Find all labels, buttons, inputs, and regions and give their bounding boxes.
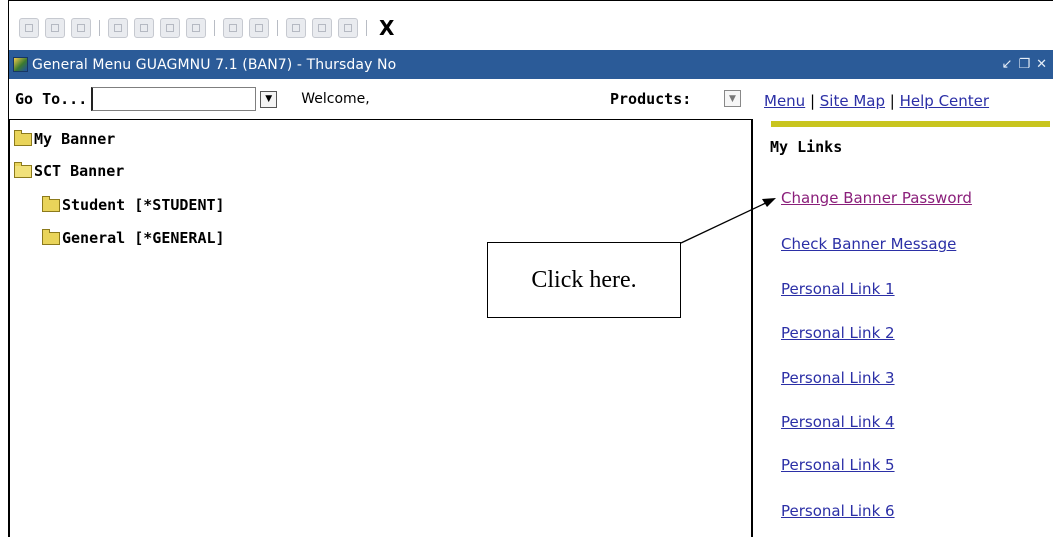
chevron-down-icon: ▼ [729,93,736,104]
rollback-icon[interactable] [45,18,65,38]
tree-item-general[interactable]: General [*GENERAL] [42,228,225,247]
callout-text: Click here. [531,266,637,293]
chevron-down-icon: ▼ [265,94,273,104]
products-dropdown-button[interactable]: ▼ [724,90,741,107]
save-icon[interactable] [19,18,39,38]
link-separator: | [805,92,820,110]
goto-input[interactable] [91,87,257,111]
personal-link-5[interactable]: Personal Link 5 [781,456,895,474]
toolbar-separator [366,20,367,36]
folder-icon [42,195,60,212]
restore-icon[interactable]: ❐ [1018,57,1030,72]
window-controls: ↙ ❐ ✕ [1002,57,1053,72]
tree-item-label: General [*GENERAL] [62,229,225,247]
db-icon[interactable] [312,18,332,38]
block-icon[interactable] [186,18,206,38]
window-title: General Menu GUAGMNU 7.1 (BAN7) - Thursd… [32,56,397,73]
accent-bar [771,121,1050,127]
goto-row: Go To... ▼ Welcome, Products: ▼ [9,82,753,116]
toolbar: X [9,10,569,46]
toolbar-separator [99,20,100,36]
cancel-icon[interactable] [338,18,358,38]
help-icon[interactable] [286,18,306,38]
my-links-heading: My Links [770,138,843,156]
personal-link-3[interactable]: Personal Link 3 [781,369,895,387]
site-map-link[interactable]: Site Map [820,92,885,110]
menu-link[interactable]: Menu [764,92,805,110]
personal-link-6[interactable]: Personal Link 6 [781,502,895,520]
change-banner-password-link[interactable]: Change Banner Password [781,189,972,207]
folder-icon [42,228,60,245]
personal-link-2[interactable]: Personal Link 2 [781,324,895,342]
remove-icon[interactable] [134,18,154,38]
check-banner-message-link[interactable]: Check Banner Message [781,235,956,253]
toolbar-separator [214,20,215,36]
minimize-icon[interactable]: ↙ [1002,57,1013,72]
print-icon[interactable] [160,18,180,38]
personal-link-4[interactable]: Personal Link 4 [781,413,895,431]
folder-icon [14,129,32,146]
personal-link-1[interactable]: Personal Link 1 [781,280,895,298]
link-separator: | [885,92,900,110]
toolbar-separator [277,20,278,36]
welcome-text: Welcome, [301,91,370,107]
exit-button[interactable]: X [379,16,394,40]
goto-label: Go To... [15,90,88,108]
insert-icon[interactable] [108,18,128,38]
products-label: Products: [610,90,692,108]
close-icon[interactable]: ✕ [1036,57,1047,72]
page-icon[interactable] [71,18,91,38]
goto-dropdown-button[interactable]: ▼ [260,90,278,108]
tree-item-student[interactable]: Student [*STUDENT] [42,195,225,214]
execute-query-icon[interactable] [249,18,269,38]
tree-item-label: SCT Banner [34,162,125,180]
callout-box: Click here. [487,242,681,318]
app-icon [13,57,28,72]
window-titlebar: General Menu GUAGMNU 7.1 (BAN7) - Thursd… [9,50,1053,79]
menu-tree-pane: My Banner SCT Banner Student [*STUDENT] … [9,119,753,537]
tree-item-sct-banner[interactable]: SCT Banner [14,161,125,180]
help-center-link[interactable]: Help Center [900,92,989,110]
enter-query-icon[interactable] [223,18,243,38]
tree-item-label: My Banner [34,130,116,148]
tree-item-label: Student [*STUDENT] [62,196,225,214]
tree-item-my-banner[interactable]: My Banner [14,129,116,148]
folder-open-icon [14,161,32,178]
top-links: Menu | Site Map | Help Center [764,92,989,110]
